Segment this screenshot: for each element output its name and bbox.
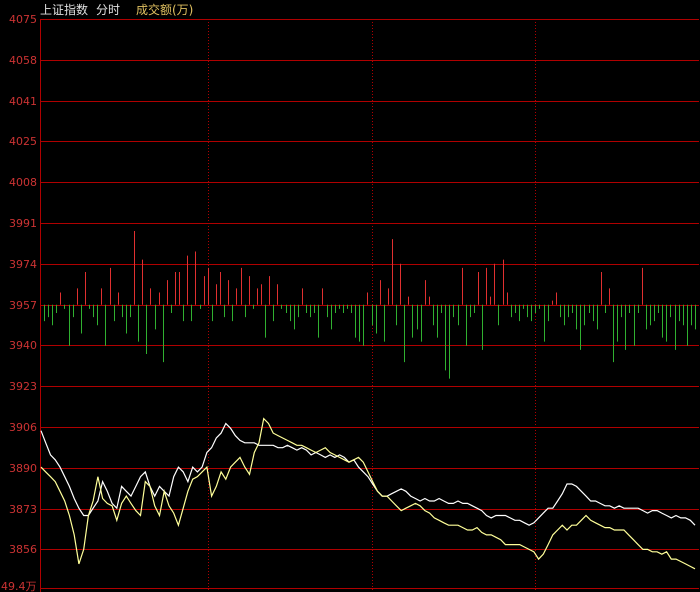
bottom-axis-label: 49.4万 [1, 580, 37, 592]
y-axis-labels: 4075405840414025400839913974395739403923… [9, 13, 37, 556]
chart-header: 上证指数 分时 成交额(万) [0, 0, 700, 20]
y-tick-label: 4008 [9, 176, 37, 189]
price-lines [40, 417, 696, 570]
y-tick-label: 3991 [9, 217, 37, 230]
indicator-label[interactable]: 成交额(万) [136, 3, 193, 17]
y-tick-label: 3873 [9, 503, 37, 516]
time-share-chart: 4075405840414025400839913974395739403923… [1, 13, 699, 592]
index-name[interactable]: 上证指数 [40, 3, 88, 17]
mode-label[interactable]: 分时 [96, 3, 120, 17]
y-tick-label: 3906 [9, 421, 37, 434]
y-tick-label: 4025 [9, 135, 37, 148]
y-tick-label: 3974 [9, 258, 37, 271]
y-tick-label: 4041 [9, 95, 37, 108]
y-tick-label: 3856 [9, 543, 37, 556]
y-tick-label: 3890 [9, 462, 37, 475]
y-tick-label: 3957 [9, 299, 37, 312]
y-tick-label: 3940 [9, 339, 37, 352]
y-tick-label: 4058 [9, 54, 37, 67]
series-line [40, 417, 696, 570]
y-tick-label: 3923 [9, 380, 37, 393]
volume-bars [44, 230, 696, 379]
